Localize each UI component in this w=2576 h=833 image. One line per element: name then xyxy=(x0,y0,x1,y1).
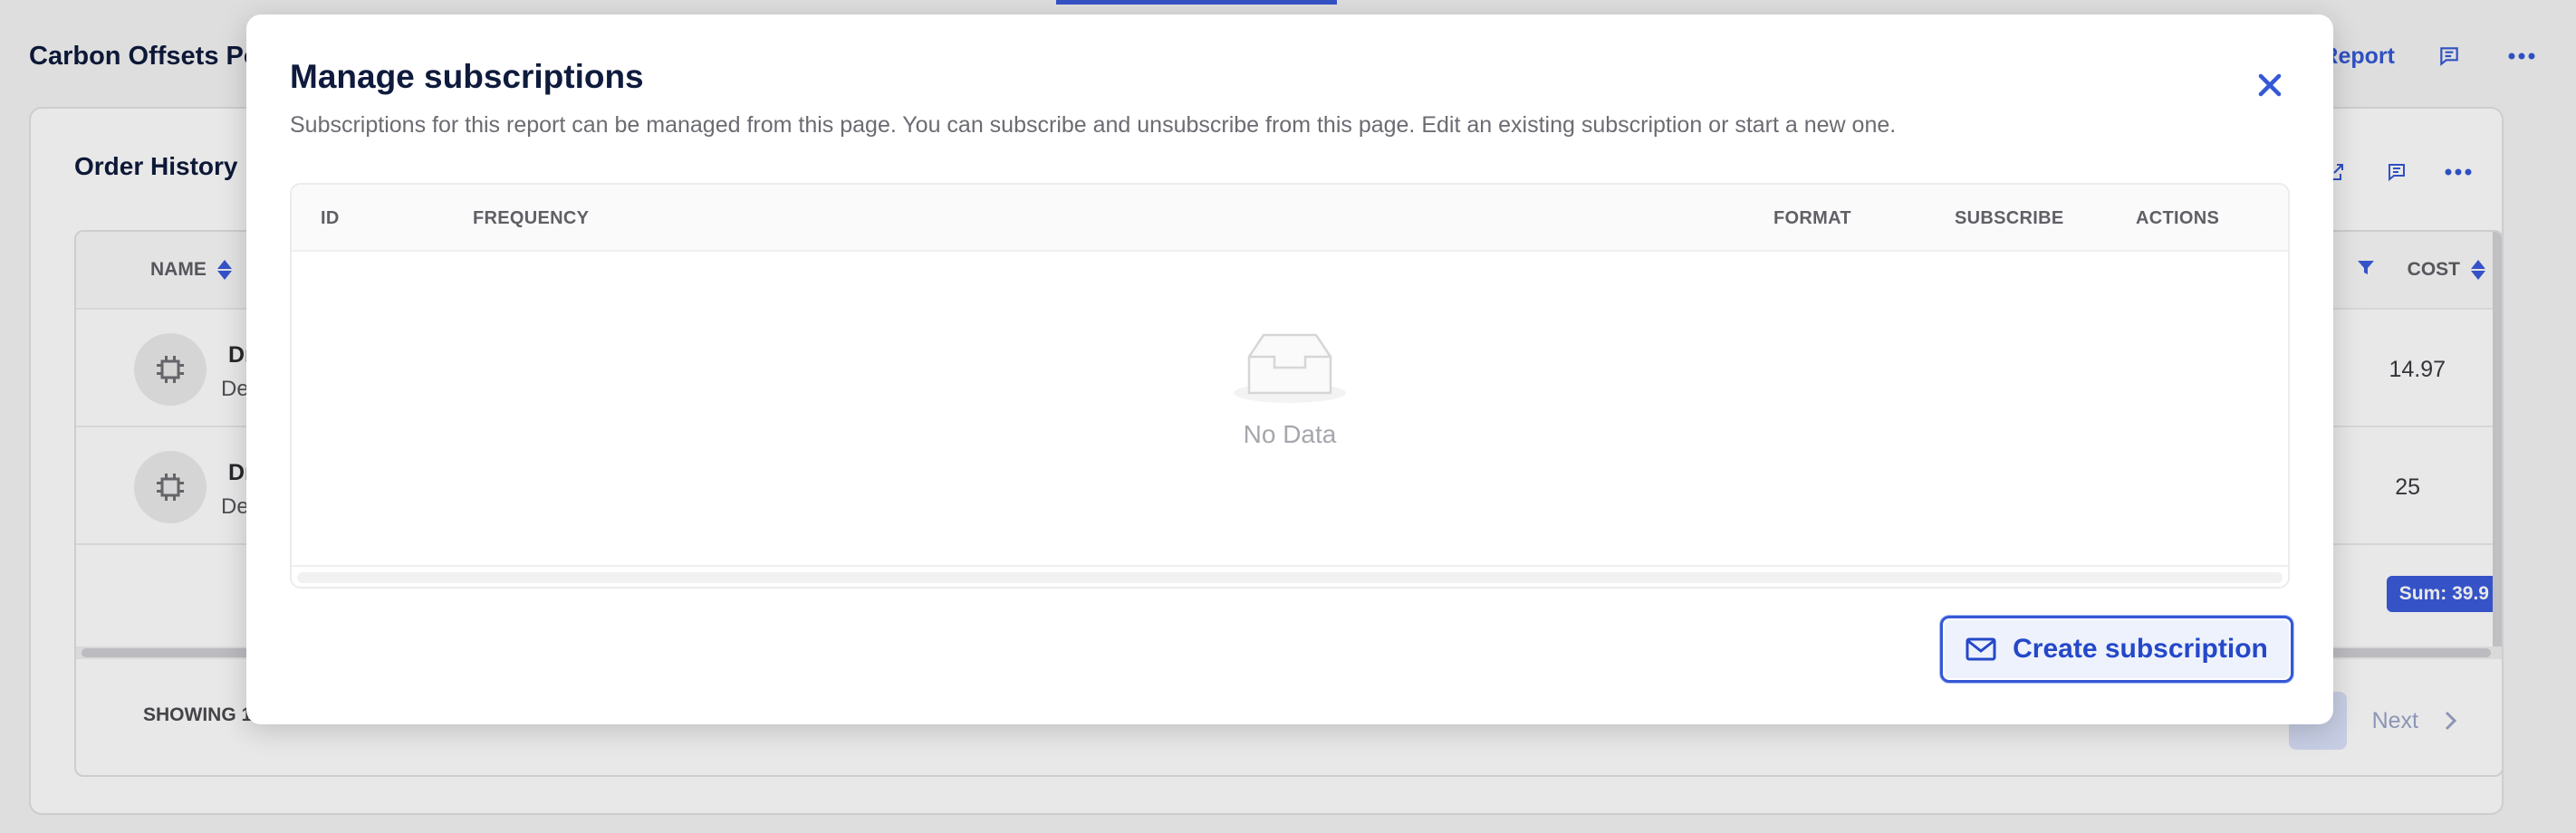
close-icon[interactable] xyxy=(2252,67,2288,103)
column-header-actions: ACTIONS xyxy=(2136,208,2220,228)
column-header-subscribe: SUBSCRIBE xyxy=(1955,208,2064,228)
table-header: ID FREQUENCY FORMAT SUBSCRIBE ACTIONS xyxy=(292,185,2288,252)
horizontal-scrollbar[interactable] xyxy=(297,572,2283,583)
subscriptions-table: ID FREQUENCY FORMAT SUBSCRIBE ACTIONS No… xyxy=(290,183,2290,589)
dialog-description: Subscriptions for this report can be man… xyxy=(290,112,1897,138)
manage-subscriptions-dialog: Manage subscriptions Subscriptions for t… xyxy=(246,14,2333,724)
column-header-frequency: FREQUENCY xyxy=(473,208,590,228)
column-header-format: FORMAT xyxy=(1773,208,1851,228)
envelope-icon xyxy=(1966,637,1996,661)
create-subscription-button[interactable]: Create subscription xyxy=(1940,616,2293,683)
empty-text: No Data xyxy=(1243,420,1337,448)
column-header-id: ID xyxy=(321,208,340,228)
create-subscription-label: Create subscription xyxy=(2013,634,2268,664)
empty-inbox-icon xyxy=(1234,333,1346,403)
empty-state: No Data xyxy=(292,330,2288,449)
divider xyxy=(292,565,2288,567)
dialog-title: Manage subscriptions xyxy=(290,58,644,95)
